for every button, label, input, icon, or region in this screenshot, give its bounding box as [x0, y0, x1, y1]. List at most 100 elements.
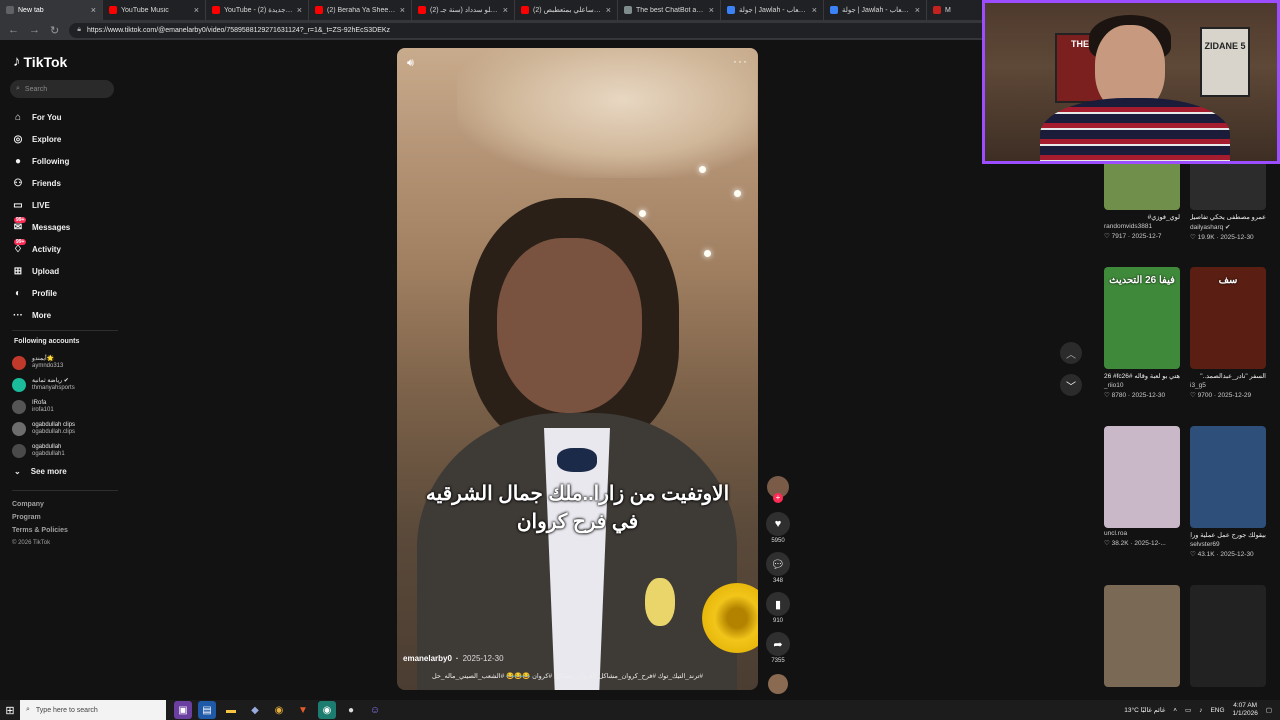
browser-tab[interactable]: New tab × — [0, 0, 103, 20]
discord-icon[interactable]: ☺ — [366, 701, 384, 719]
browser-tab[interactable]: جولة | Jawlah - منصة الألعاب × — [824, 0, 927, 20]
edge-icon[interactable]: ◉ — [318, 701, 336, 719]
taskbar-search[interactable]: ⌕ Type here to search — [20, 700, 166, 720]
video-author[interactable]: uncl.roa — [1104, 530, 1180, 537]
sidebar-item-live[interactable]: ▭ LIVE — [12, 194, 122, 216]
back-arrow-icon[interactable]: ← — [8, 24, 19, 36]
follow-plus-icon[interactable]: + — [773, 493, 783, 503]
close-tab-icon[interactable]: × — [400, 5, 405, 15]
video-title: هتي بو لعبة وقاله #eafc26 #fc26... — [1104, 373, 1180, 380]
author-avatar[interactable]: + — [767, 476, 789, 503]
sidebar-item-upload[interactable]: ⊞ Upload — [12, 260, 122, 282]
video-player[interactable]: 🔊︎ ··· الاوتفيت من زارا..ملك جمال الشرقي… — [397, 48, 758, 690]
video-author[interactable]: dailyasharq ✔ — [1190, 223, 1266, 231]
file-explorer-icon[interactable]: ▬ — [222, 701, 240, 719]
video-author[interactable]: _riio10 — [1104, 382, 1180, 389]
browser-tab[interactable]: (2) ميوان بابلو سدداد (سنة جـ × — [412, 0, 515, 20]
brave-icon[interactable]: ▼ — [294, 701, 312, 719]
following-account[interactable]: ogabdullah ogabdullah1 — [12, 440, 122, 462]
close-tab-icon[interactable]: × — [812, 5, 817, 15]
browser-tab[interactable]: YouTube Music × — [103, 0, 206, 20]
video-thumbnail[interactable]: سف — [1190, 267, 1266, 369]
network-icon[interactable]: ▭ — [1185, 706, 1191, 714]
search-input[interactable]: ⌕ Search — [10, 80, 114, 98]
following-account[interactable]: ogabdullah clips ogabdullah.clips — [12, 418, 122, 440]
video-thumbnail[interactable] — [1104, 585, 1180, 687]
address-bar[interactable]: 🔒︎ https://www.tiktok.com/@emanelarby0/v… — [69, 22, 1000, 38]
video-thumbnail[interactable] — [1104, 426, 1180, 528]
close-tab-icon[interactable]: × — [194, 5, 199, 15]
bookmark-icon: ▮ — [774, 598, 782, 611]
video-hashtags[interactable]: #ترند_التيك_توك #فرح_كروان_مشاكل #كروان_… — [403, 672, 703, 680]
close-tab-icon[interactable]: × — [297, 5, 302, 15]
following-account[interactable]: أيمندو🌟 aymndo313 — [12, 352, 122, 374]
related-video-card[interactable] — [1104, 585, 1180, 687]
sidebar-item-messages[interactable]: ✉ Messages 99+ — [12, 216, 122, 238]
video-author[interactable]: randomvids3881 — [1104, 223, 1180, 230]
sound-disc[interactable] — [768, 674, 788, 694]
app-icon[interactable]: ▣ — [174, 701, 192, 719]
next-video-button[interactable]: ﹀ — [1060, 374, 1082, 396]
chevron-up-icon[interactable]: ˄ — [1173, 707, 1177, 714]
clock[interactable]: 4:07 AM 1/1/2026 — [1233, 702, 1258, 718]
chevron-down-icon: ⌄ — [14, 467, 21, 476]
video-author[interactable]: i3_g5 — [1190, 382, 1266, 389]
comment-button[interactable]: 💬︎ — [766, 552, 790, 576]
like-button[interactable]: ♥ — [766, 512, 790, 536]
browser-tab[interactable]: جولة | Jawlah - منصة الألعاب × — [721, 0, 824, 20]
sidebar-item-following[interactable]: ● Following — [12, 150, 122, 172]
see-more-button[interactable]: ⌄ See more — [14, 467, 67, 476]
forward-arrow-icon[interactable]: → — [29, 24, 40, 36]
close-tab-icon[interactable]: × — [91, 5, 96, 15]
browser-tab[interactable]: (2) وكلات ساعلي بمتعطبص × — [515, 0, 618, 20]
video-thumbnail[interactable] — [1190, 585, 1266, 687]
reload-icon[interactable]: ↻ — [50, 24, 59, 37]
close-tab-icon[interactable]: × — [606, 5, 611, 15]
sidebar-item-friends[interactable]: ⚇ Friends — [12, 172, 122, 194]
heart-icon: ♡ — [1104, 233, 1112, 240]
lock-icon: 🔒︎ — [77, 26, 81, 33]
close-tab-icon[interactable]: × — [503, 5, 508, 15]
close-tab-icon[interactable]: × — [709, 5, 714, 15]
author-name[interactable]: emanelarby0 — [403, 654, 452, 663]
app-icon[interactable]: ▤ — [198, 701, 216, 719]
sidebar-item-explore[interactable]: ◎ Explore — [12, 128, 122, 150]
following-account[interactable]: IRofa irofa101 — [12, 396, 122, 418]
sidebar-item-more[interactable]: ··· More — [12, 304, 122, 326]
notifications-icon[interactable]: ▢ — [1266, 706, 1272, 714]
weather-label[interactable]: 13°C غائم غالبًا — [1124, 706, 1165, 714]
close-tab-icon[interactable]: × — [915, 5, 920, 15]
browser-tab[interactable]: The best ChatBot and Widg × — [618, 0, 721, 20]
share-button[interactable]: ➦ — [766, 632, 790, 656]
related-video-card[interactable]: سف السفر "نادر_عبدالصمد.." i3_g5 ♡ 9700 · 2… — [1190, 267, 1266, 399]
following-account[interactable]: رياضة ثمانية ✔ thmanyahsports — [12, 374, 122, 396]
chrome-icon[interactable]: ◉ — [270, 701, 288, 719]
footer-link-terms[interactable]: Terms & Policies — [12, 524, 68, 537]
more-options-icon[interactable]: ··· — [733, 54, 748, 68]
footer-link-program[interactable]: Program — [12, 511, 68, 524]
sidebar-item-activity[interactable]: ♢ Activity 99+ — [12, 238, 122, 260]
previous-video-button[interactable]: ︿ — [1060, 342, 1082, 364]
video-thumbnail[interactable]: فيفا 26 التحديث — [1104, 267, 1180, 369]
like-count: 7917 — [1111, 233, 1127, 240]
app-icon[interactable]: ◆ — [246, 701, 264, 719]
browser-tab[interactable]: YouTube - (2) سنة جديدة × — [206, 0, 309, 20]
save-button[interactable]: ▮ — [766, 592, 790, 616]
github-icon[interactable]: ● — [342, 701, 360, 719]
video-author[interactable]: selvster69 — [1190, 541, 1266, 548]
related-video-card[interactable]: بيقولك جورج عمل عملية وراح يتجوز selvster… — [1190, 426, 1266, 558]
related-video-card[interactable]: فيفا 26 التحديث هتي بو لعبة وقاله #eafc26… — [1104, 267, 1180, 399]
tiktok-logo[interactable]: ♪ TikTok — [13, 53, 67, 70]
sidebar-item-profile[interactable]: ◐ Profile — [12, 282, 122, 304]
sidebar-item-for-you[interactable]: ⌂ For You — [12, 106, 122, 128]
related-video-card[interactable]: uncl.roa ♡ 38.2K · 2025-12-... — [1104, 426, 1180, 547]
video-thumbnail[interactable] — [1190, 426, 1266, 528]
following-icon: ● — [14, 155, 22, 167]
volume-icon[interactable]: ♪ — [1199, 707, 1202, 714]
volume-icon[interactable]: 🔊︎ — [407, 57, 414, 70]
related-video-card[interactable] — [1190, 585, 1266, 687]
footer-link-company[interactable]: Company — [12, 498, 68, 511]
browser-tab[interactable]: (2) Beraha Ya Sheekha - You × — [309, 0, 412, 20]
lang-label[interactable]: ENG — [1210, 707, 1224, 714]
windows-start-icon[interactable]: ⊞ — [0, 700, 20, 720]
